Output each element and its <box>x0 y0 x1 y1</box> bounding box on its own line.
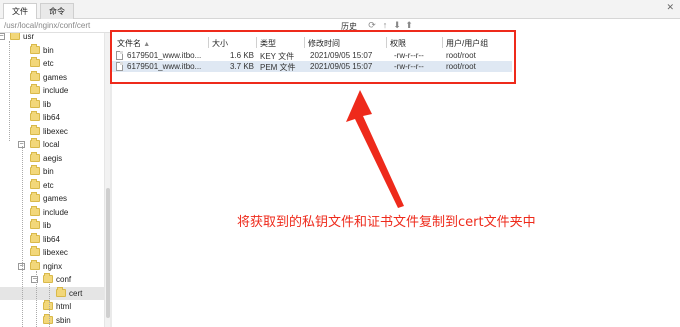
tree-node[interactable]: libexec <box>0 124 104 138</box>
tree-node[interactable]: html <box>0 300 104 313</box>
tab-commands[interactable]: 命令 <box>40 3 74 19</box>
path-bar[interactable]: /usr/local/nginx/conf/cert <box>0 19 110 33</box>
tree-node[interactable]: lib <box>0 219 104 232</box>
tree-node-label: lib64 <box>43 234 60 244</box>
tree-node-label: lib <box>43 99 52 109</box>
folder-icon <box>30 138 40 148</box>
folder-icon <box>43 273 53 283</box>
tree-node[interactable]: etc <box>0 57 104 70</box>
annotation-arrow <box>346 90 404 208</box>
folder-icon <box>30 111 40 121</box>
tree-node-label: lib64 <box>43 113 60 122</box>
refresh-icon[interactable]: ⟳ <box>367 20 377 30</box>
tree-node-label: bin <box>43 167 54 176</box>
upload-icon[interactable]: ⬆ <box>404 20 414 30</box>
tree-node[interactable]: etc <box>0 178 104 192</box>
tree-node-label: usr <box>23 33 35 41</box>
annotation-text: 将获取到的私钥文件和证书文件复制到cert文件夹中 <box>237 215 536 230</box>
folder-icon <box>30 205 40 216</box>
tree-node-label: aegis <box>43 153 63 163</box>
tree-guide-line <box>22 146 23 327</box>
tree-node-label: libexec <box>43 126 68 136</box>
folder-icon <box>30 178 40 189</box>
tree-node[interactable]: games <box>0 192 104 205</box>
path-input[interactable]: /usr/local/nginx/conf/cert <box>4 21 90 30</box>
tree-node[interactable]: games <box>0 70 104 84</box>
tree-node[interactable]: − local <box>0 138 104 151</box>
folder-icon <box>30 57 40 67</box>
tab-bar: 文件 命令 ✕ <box>0 0 680 20</box>
folder-icon <box>56 286 66 297</box>
folder-icon <box>43 313 53 324</box>
tree-node[interactable]: lib64 <box>0 111 104 124</box>
tree-node[interactable]: aegis <box>0 151 104 165</box>
folder-icon <box>30 124 40 135</box>
tree-node-label: games <box>43 194 68 203</box>
close-icon[interactable]: ✕ <box>666 2 674 13</box>
up-icon[interactable]: ↑ <box>380 20 390 30</box>
directory-tree: − usr bin etc games include lib lib64 libexec − lo… <box>0 33 104 327</box>
folder-icon <box>30 151 40 162</box>
tree-node[interactable]: − nginx <box>0 259 104 273</box>
folder-icon <box>30 232 40 243</box>
tree-node-label: libexec <box>43 248 68 257</box>
tree-node-label: games <box>43 72 68 82</box>
tree-node-label: nginx <box>43 261 63 271</box>
tree-node-label: include <box>43 86 69 95</box>
folder-icon <box>30 246 40 256</box>
tree-node[interactable]: include <box>0 84 104 97</box>
folder-icon <box>30 97 40 108</box>
tree-guide-line <box>36 271 37 327</box>
tree-node-label: html <box>56 302 72 311</box>
folder-icon <box>43 300 53 310</box>
download-icon[interactable]: ⬇ <box>392 20 402 30</box>
tree-node-label: bin <box>43 45 54 55</box>
collapse-icon[interactable]: − <box>0 33 5 40</box>
tree-node[interactable]: cert <box>0 286 104 300</box>
tree-node[interactable]: lib <box>0 97 104 111</box>
tree-node-label: lib <box>43 221 52 230</box>
folder-icon <box>30 259 40 270</box>
highlight-box <box>110 30 516 84</box>
tree-node[interactable]: lib64 <box>0 232 104 246</box>
tree-node-label: local <box>43 140 60 149</box>
tree-node[interactable]: sbin <box>0 313 104 327</box>
folder-icon <box>30 84 40 94</box>
tree-node-label: include <box>43 207 69 217</box>
folder-icon <box>30 192 40 202</box>
folder-icon <box>30 70 40 81</box>
tree-node-label: cert <box>69 288 83 298</box>
folder-icon <box>30 219 40 229</box>
tree-node-label: conf <box>56 275 72 284</box>
tree-node-label: sbin <box>56 315 71 325</box>
tree-node[interactable]: bin <box>0 165 104 178</box>
tree-guide-line <box>9 41 10 141</box>
folder-icon <box>30 165 40 175</box>
tree-node-label: etc <box>43 59 54 68</box>
tab-files[interactable]: 文件 <box>3 3 37 20</box>
tree-node[interactable]: bin <box>0 43 104 57</box>
tree-node[interactable]: − usr <box>0 33 104 43</box>
tree-node-label: etc <box>43 180 54 190</box>
tree-node[interactable]: include <box>0 205 104 219</box>
tree-node[interactable]: libexec <box>0 246 104 259</box>
tree-guide-line <box>49 284 50 327</box>
tree-node[interactable]: − conf <box>0 273 104 286</box>
folder-icon <box>30 43 40 54</box>
folder-icon <box>10 33 20 40</box>
